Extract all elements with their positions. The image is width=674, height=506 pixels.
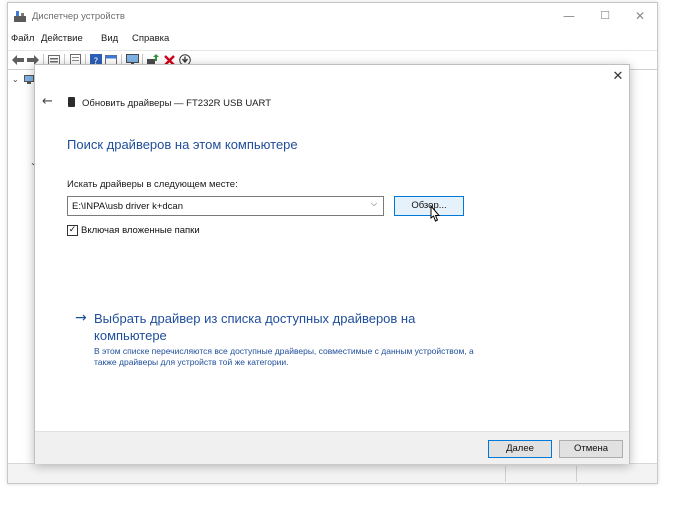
menu-help[interactable]: Справка (132, 33, 169, 44)
back-arrow-icon[interactable]: ← (42, 95, 56, 109)
path-label: Искать драйверы в следующем месте: (67, 179, 238, 190)
arrow-right-icon[interactable]: → (75, 310, 87, 326)
include-subfolders-checkbox[interactable]: ✓ (67, 224, 78, 236)
pick-driver-link[interactable]: Выбрать драйвер из списка доступных драй… (94, 310, 454, 344)
dialog-footer: Далее Отмена (35, 431, 629, 464)
tree-expand-chevron-icon[interactable]: ⌄ (12, 75, 19, 84)
mouse-cursor-icon (430, 205, 441, 222)
status-bar (8, 463, 657, 483)
dialog-header: Обновить драйверы — FT232R USB UART (82, 98, 272, 109)
menu-view[interactable]: Вид (101, 33, 118, 44)
device-manager-icon (14, 11, 26, 22)
include-subfolders-label[interactable]: Включая вложенные папки (81, 225, 200, 236)
usb-device-icon (68, 97, 75, 107)
computer-icon (24, 75, 34, 84)
chevron-down-icon[interactable]: ⌵ (371, 199, 377, 209)
status-divider (576, 466, 577, 482)
pick-driver-description: В этом списке перечисляются все доступны… (94, 346, 474, 367)
cancel-button[interactable]: Отмена (559, 440, 623, 458)
back-arrow-icon[interactable] (11, 53, 25, 67)
path-input[interactable]: E:\INPA\usb driver k+dcan (72, 201, 183, 212)
menu-action[interactable]: Действие (41, 33, 83, 44)
minimize-button[interactable]: — (557, 7, 581, 25)
update-driver-dialog: ✕ ← Обновить драйверы — FT232R USB UART … (34, 64, 630, 464)
menu-bar: Файл Действие Вид Справка (8, 31, 657, 47)
page-title: Поиск драйверов на этом компьютере (67, 137, 298, 152)
next-button[interactable]: Далее (488, 440, 552, 458)
path-combobox[interactable]: E:\INPA\usb driver k+dcan ⌵ (67, 196, 384, 216)
menu-file[interactable]: Файл (11, 33, 34, 44)
window-title: Диспетчер устройств (32, 11, 125, 22)
status-divider (505, 466, 506, 482)
window-close-button[interactable]: ✕ (628, 7, 652, 25)
title-bar: Диспетчер устройств — ☐ ✕ (8, 3, 657, 29)
dialog-close-button[interactable]: ✕ (610, 69, 626, 85)
maximize-button[interactable]: ☐ (593, 7, 617, 25)
include-subfolders-checkbox-row[interactable]: ✓ Включая вложенные папки (67, 223, 200, 237)
